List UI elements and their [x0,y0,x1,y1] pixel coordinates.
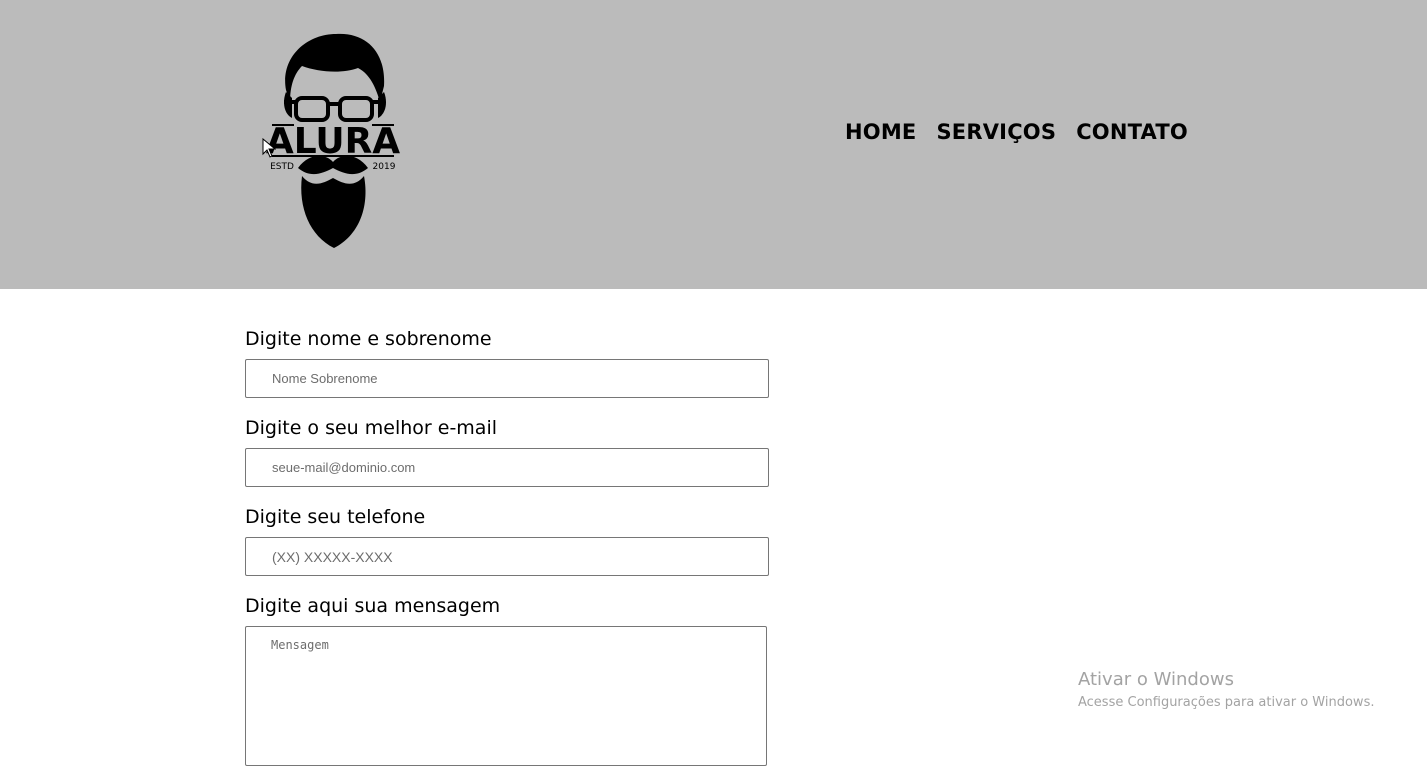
mouse-cursor-icon [262,138,276,158]
nav-link-servicos[interactable]: SERVIÇOS [936,120,1056,144]
alura-barbershop-logo[interactable]: ALURA ESTD 2019 [258,28,408,253]
email-input[interactable] [245,448,769,487]
watermark-title: Ativar o Windows [1078,669,1234,690]
watermark-subtitle: Acesse Configurações para ativar o Windo… [1078,695,1375,710]
logo-left-text: ESTD [270,162,294,172]
nav-link-home[interactable]: HOME [845,120,916,144]
site-header: ALURA ESTD 2019 HOME SERVIÇOS CONTATO [0,0,1427,289]
windows-activation-watermark: Ativar o Windows Acesse Configurações pa… [1078,668,1374,714]
nav-link-contato[interactable]: CONTATO [1076,120,1188,144]
phone-input[interactable] [245,537,769,576]
name-label: Digite nome e sobrenome [245,328,492,350]
main-nav: HOME SERVIÇOS CONTATO [845,120,1188,144]
phone-label: Digite seu telefone [245,506,426,528]
message-textarea[interactable] [245,626,767,766]
name-input[interactable] [245,359,769,398]
logo-right-text: 2019 [373,162,396,172]
email-label: Digite o seu melhor e-mail [245,417,498,439]
message-label: Digite aqui sua mensagem [245,595,501,617]
contact-form: Digite nome e sobrenome Digite o seu mel… [245,324,769,766]
